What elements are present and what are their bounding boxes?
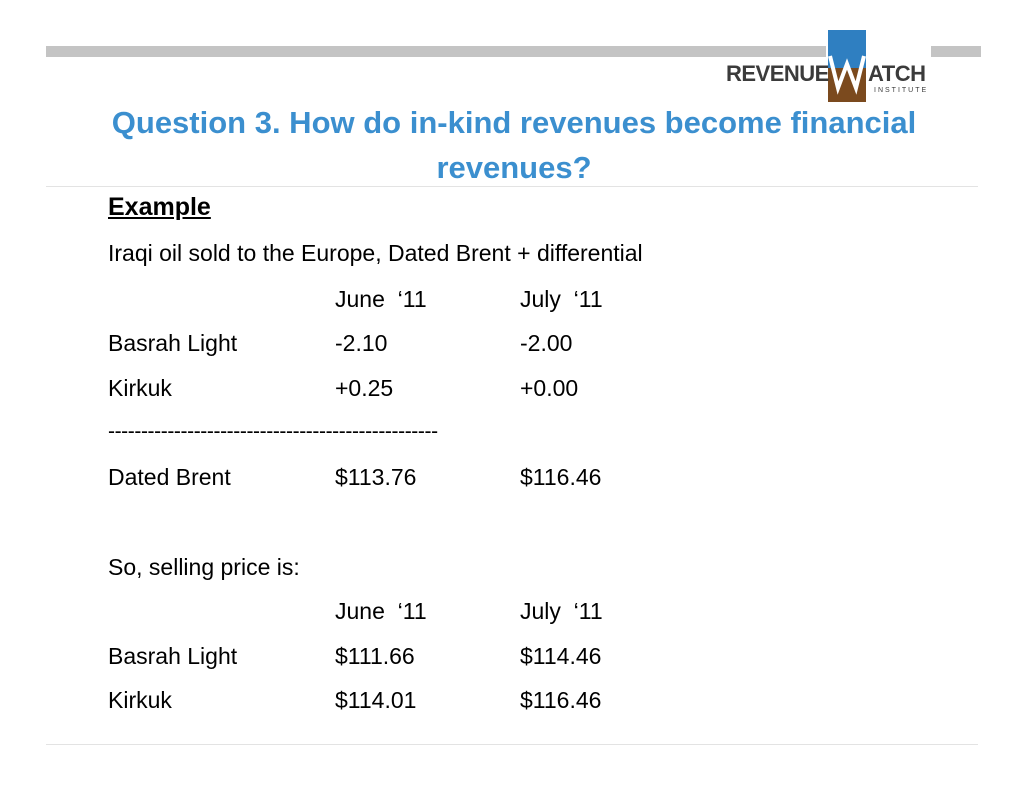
row-value: -2.10 (335, 330, 388, 356)
price-row-value: $114.46 (520, 643, 602, 669)
selling-intro: So, selling price is: (108, 554, 300, 580)
brent-value: $113.76 (335, 464, 417, 490)
header2-col2: July ‘11 (520, 598, 603, 624)
brent-value: $116.46 (520, 464, 602, 490)
price-row-label: Kirkuk (108, 687, 172, 713)
brent-label: Dated Brent (108, 464, 231, 490)
header-col2: July ‘11 (520, 286, 603, 312)
bottom-divider (46, 744, 978, 745)
title-divider (46, 186, 978, 187)
slide-title: Question 3. How do in-kind revenues beco… (46, 100, 982, 190)
dashed-separator: ----------------------------------------… (108, 420, 438, 443)
row-label: Basrah Light (108, 330, 238, 356)
top-bar-left (46, 46, 826, 57)
slide-title-line1: Question 3. How do in-kind revenues beco… (111, 105, 917, 140)
logo-subtext: INSTITUTE (874, 87, 929, 94)
price-row-value: $116.46 (520, 687, 602, 713)
price-row-value: $114.01 (335, 687, 417, 713)
example-intro: Iraqi oil sold to the Europe, Dated Bren… (108, 240, 643, 266)
logo-text-left: REVENUE (726, 61, 829, 86)
header-col1: June ‘11 (335, 286, 427, 312)
slide-title-line2: revenues? (436, 150, 592, 185)
logo-text-right: ATCH (868, 61, 926, 86)
header2-col1: June ‘11 (335, 598, 427, 624)
row-value: +0.25 (335, 375, 394, 401)
row-value: -2.00 (520, 330, 573, 356)
example-heading: Example (108, 193, 211, 221)
price-row-value: $111.66 (335, 643, 415, 669)
top-bar-right (931, 46, 981, 57)
row-value: +0.00 (520, 375, 579, 401)
revenue-watch-logo: REVENUE W ATCH INSTITUTE (722, 30, 932, 102)
logo-text-w: W (828, 61, 848, 87)
price-row-label: Basrah Light (108, 643, 238, 669)
row-label: Kirkuk (108, 375, 172, 401)
